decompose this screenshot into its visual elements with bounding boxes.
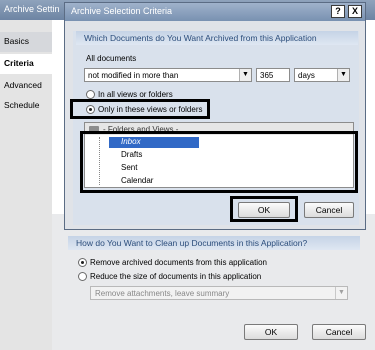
- time-unit-value: days: [298, 71, 315, 80]
- reduce-size-radio[interactable]: [78, 272, 87, 281]
- reduce-method-select: Remove attachments, leave summary ▼: [90, 286, 348, 300]
- chevron-down-icon: ▼: [337, 69, 349, 81]
- tab-schedule[interactable]: Schedule: [0, 96, 52, 116]
- settings-sidebar: Basics Criteria Advanced Schedule: [0, 20, 52, 350]
- close-button[interactable]: X: [348, 5, 362, 18]
- time-unit-select[interactable]: days ▼: [294, 68, 350, 82]
- days-input[interactable]: 365: [256, 68, 290, 82]
- dialog-titlebar: Archive Selection Criteria ? X: [65, 3, 365, 21]
- settings-ok-button[interactable]: OK: [244, 324, 298, 340]
- tab-criteria[interactable]: Criteria: [0, 54, 52, 74]
- reduce-size-label: Reduce the size of documents in this app…: [90, 272, 262, 281]
- highlight-only-these-views: [70, 99, 210, 119]
- tab-advanced[interactable]: Advanced: [0, 76, 52, 96]
- all-documents-label: All documents: [86, 54, 137, 63]
- tab-basics[interactable]: Basics: [0, 32, 52, 52]
- all-views-radio[interactable]: [86, 90, 95, 99]
- condition-value: not modified in more than: [88, 71, 179, 80]
- dialog-title: Archive Selection Criteria: [71, 6, 173, 16]
- remove-documents-label: Remove archived documents from this appl…: [90, 258, 267, 267]
- all-views-label: In all views or folders: [98, 90, 173, 99]
- reduce-method-value: Remove attachments, leave summary: [95, 289, 230, 298]
- cleanup-section-header: How do You Want to Clean up Documents in…: [68, 236, 360, 250]
- condition-select[interactable]: not modified in more than ▼: [84, 68, 252, 82]
- settings-cancel-button[interactable]: Cancel: [312, 324, 366, 340]
- dialog-cancel-button[interactable]: Cancel: [304, 202, 354, 218]
- highlight-folders-list: [80, 131, 358, 193]
- remove-documents-radio[interactable]: [78, 258, 87, 267]
- archive-section-header: Which Documents do You Want Archived fro…: [76, 31, 358, 45]
- help-button[interactable]: ?: [331, 5, 345, 18]
- chevron-down-icon: ▼: [335, 287, 347, 299]
- background-window-title: Archive Settin: [4, 4, 60, 14]
- highlight-ok-button: [230, 196, 298, 222]
- chevron-down-icon: ▼: [239, 69, 251, 81]
